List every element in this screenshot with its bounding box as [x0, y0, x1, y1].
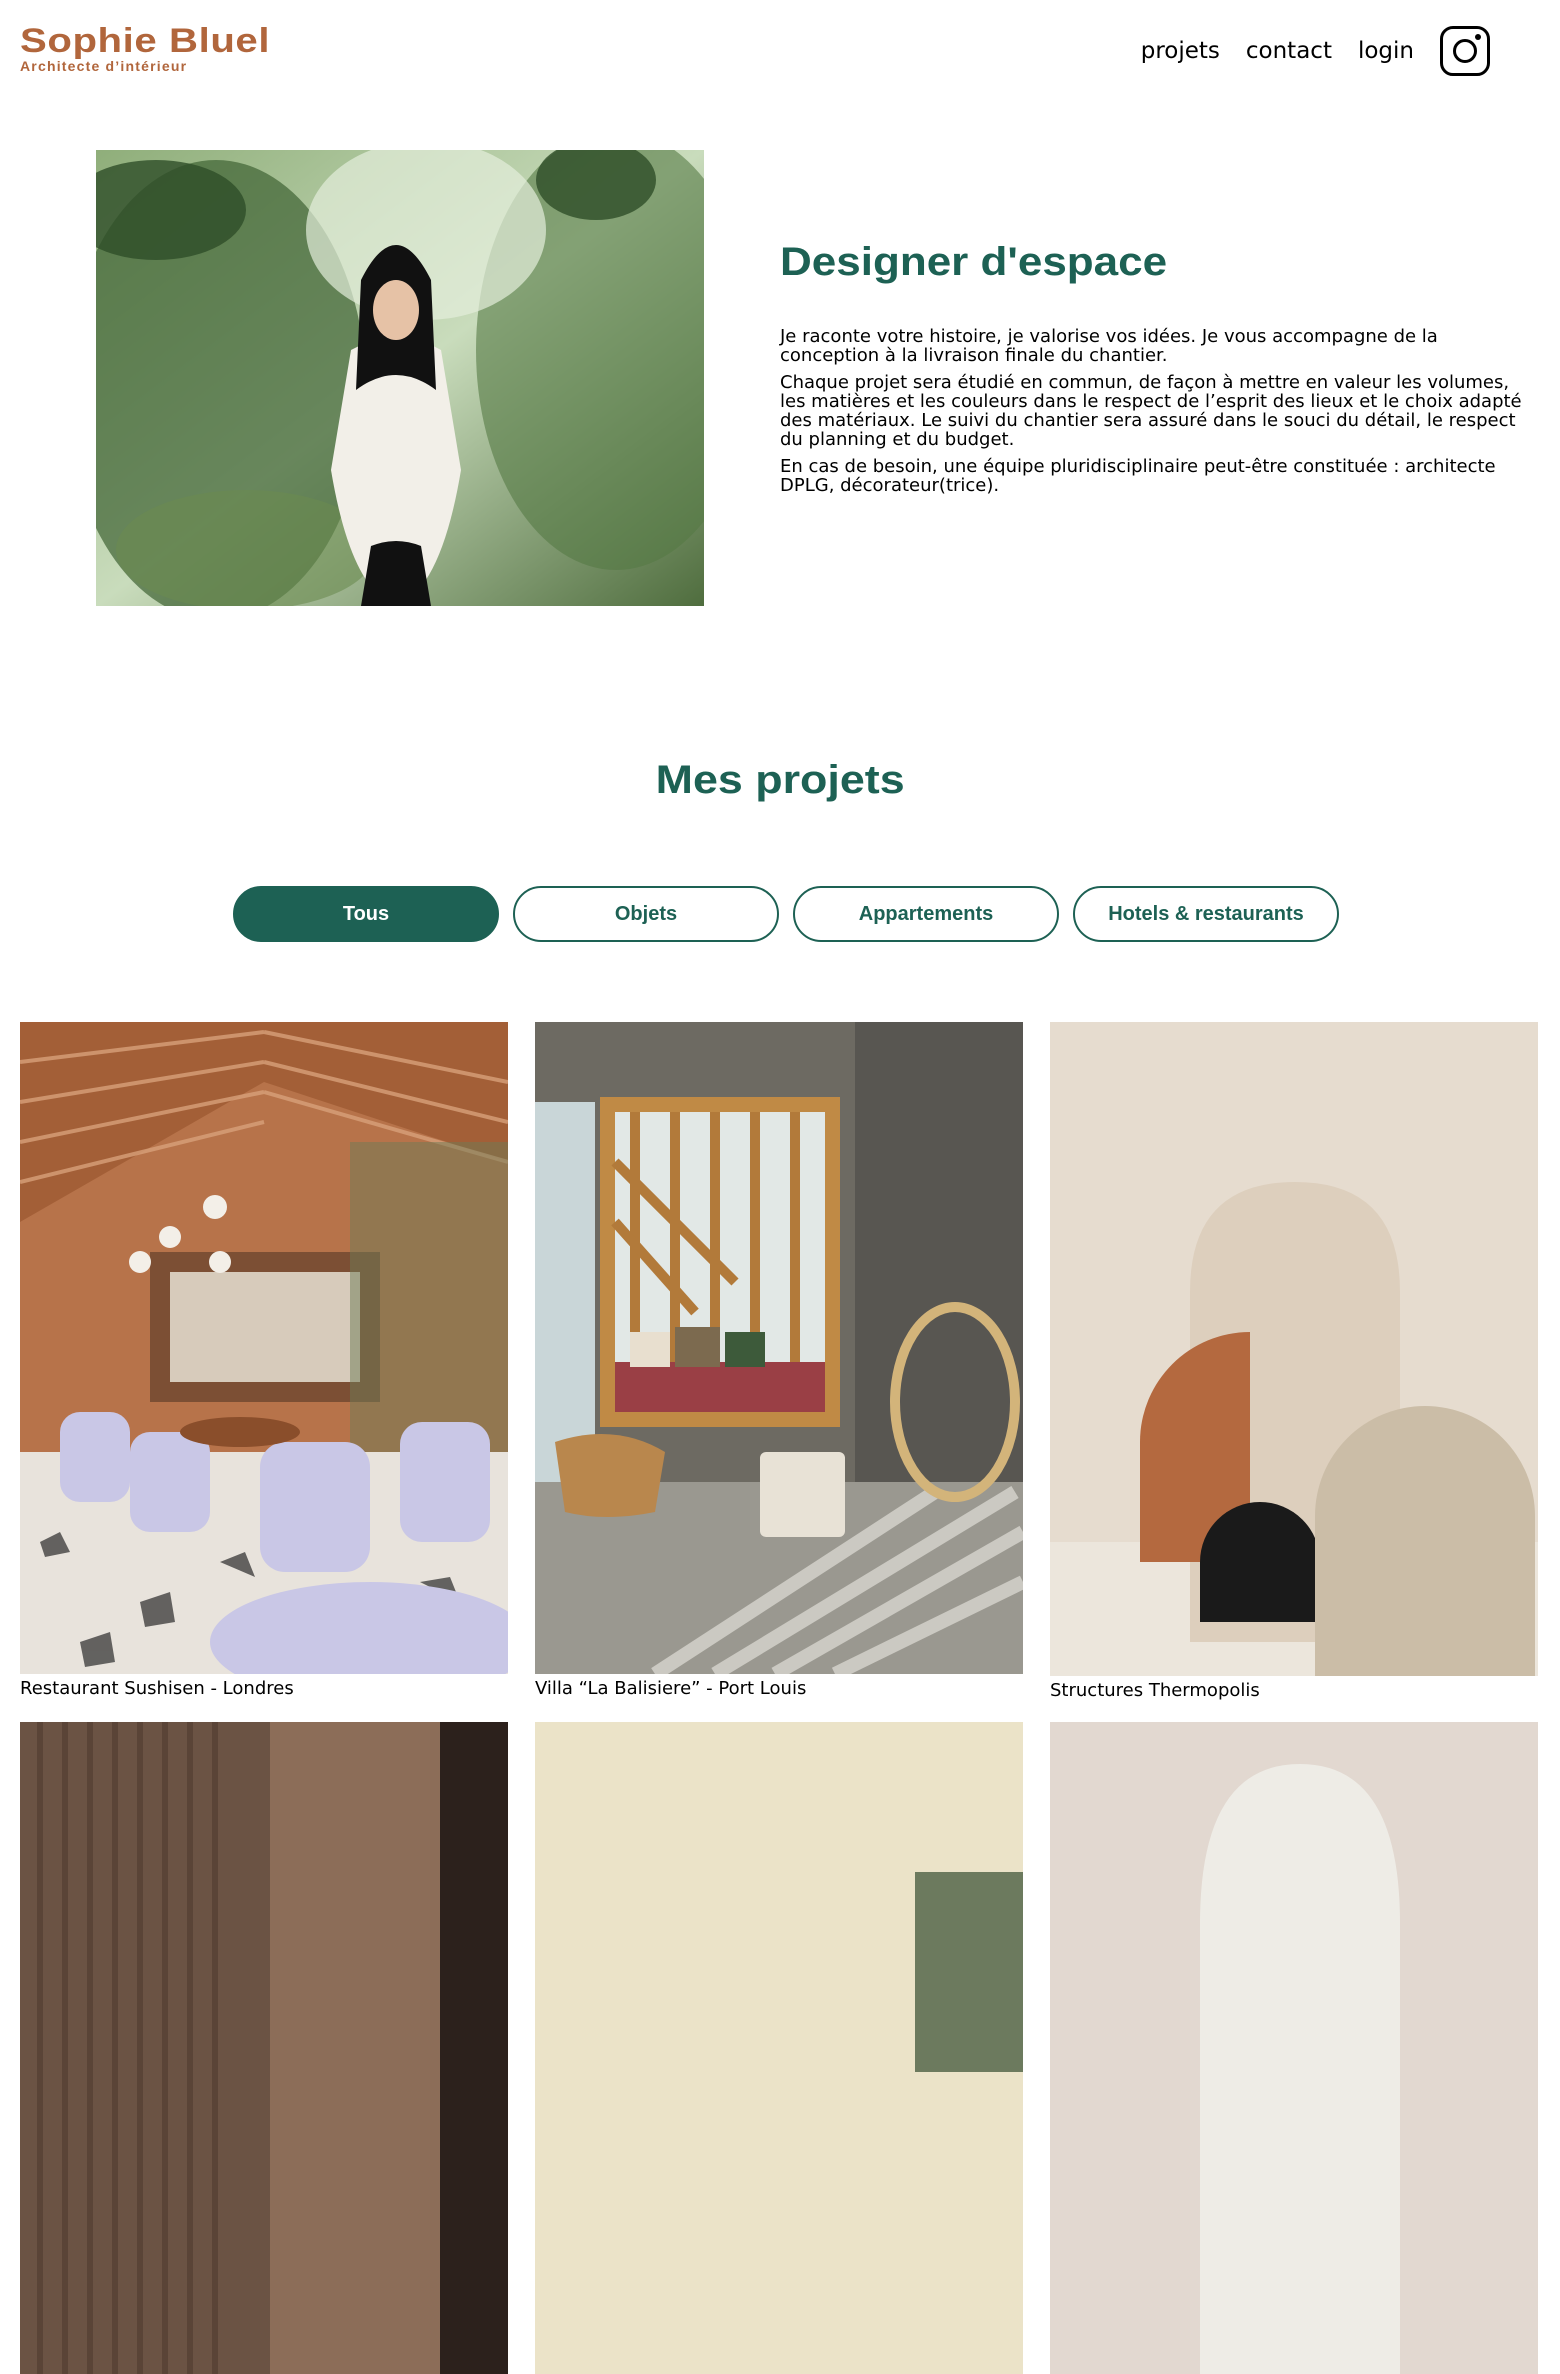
project-caption: Restaurant Sushisen - Londres — [20, 1678, 294, 1699]
project-image — [535, 1022, 1023, 1674]
filter-button-objets[interactable]: Objets — [513, 886, 779, 942]
instagram-icon[interactable] — [1440, 26, 1490, 76]
projects-title: Mes projets — [0, 758, 1560, 803]
nav-link-projets[interactable]: projets — [1141, 38, 1220, 64]
project-image — [20, 1722, 508, 2374]
filter-button-appartements[interactable]: Appartements — [793, 886, 1059, 942]
project-card[interactable]: Structures Thermopolis — [1050, 1022, 1538, 1701]
nav-link-login[interactable]: login — [1358, 38, 1414, 64]
filter-button-hotels-restaurants[interactable]: Hotels & restaurants — [1073, 886, 1339, 942]
project-image — [1050, 1022, 1538, 1676]
intro-paragraph: En cas de besoin, une équipe pluridiscip… — [780, 456, 1496, 496]
project-card[interactable] — [535, 1722, 1023, 2374]
main-nav: projets contact login — [1115, 26, 1490, 76]
instagram-dot — [1475, 34, 1481, 40]
intro-text: Designer d'espace Je raconte votre histo… — [780, 240, 1540, 503]
project-card[interactable]: Villa “La Balisiere” - Port Louis — [535, 1022, 1023, 1699]
portrait-photo — [96, 150, 704, 606]
logo-title: Sophie Bluel — [20, 22, 271, 60]
intro-paragraph: Chaque projet sera étudié en commun, de … — [780, 372, 1522, 450]
project-card[interactable]: Restaurant Sushisen - Londres — [20, 1022, 508, 1699]
projects-title-text: Mes projets — [655, 758, 905, 802]
project-card[interactable] — [1050, 1722, 1538, 2374]
intro-title: Designer d'espace — [780, 240, 1168, 284]
filter-button-tous[interactable]: Tous — [233, 886, 499, 942]
project-caption: Structures Thermopolis — [1050, 1680, 1260, 1701]
project-card[interactable] — [20, 1722, 508, 2374]
filter-bar: Tous Objets Appartements Hotels & restau… — [233, 886, 1353, 942]
site-logo[interactable]: Sophie Bluel Architecte d’intérieur — [20, 22, 269, 74]
project-image — [20, 1022, 508, 1674]
logo-subtitle: Architecte d’intérieur — [20, 58, 188, 74]
nav-link-contact[interactable]: contact — [1246, 38, 1332, 64]
instagram-lens — [1453, 39, 1477, 63]
project-caption: Villa “La Balisiere” - Port Louis — [535, 1678, 807, 1699]
project-image — [1050, 1722, 1538, 2374]
intro-paragraph: Je raconte votre histoire, je valorise v… — [780, 326, 1438, 366]
project-image — [535, 1722, 1023, 2374]
